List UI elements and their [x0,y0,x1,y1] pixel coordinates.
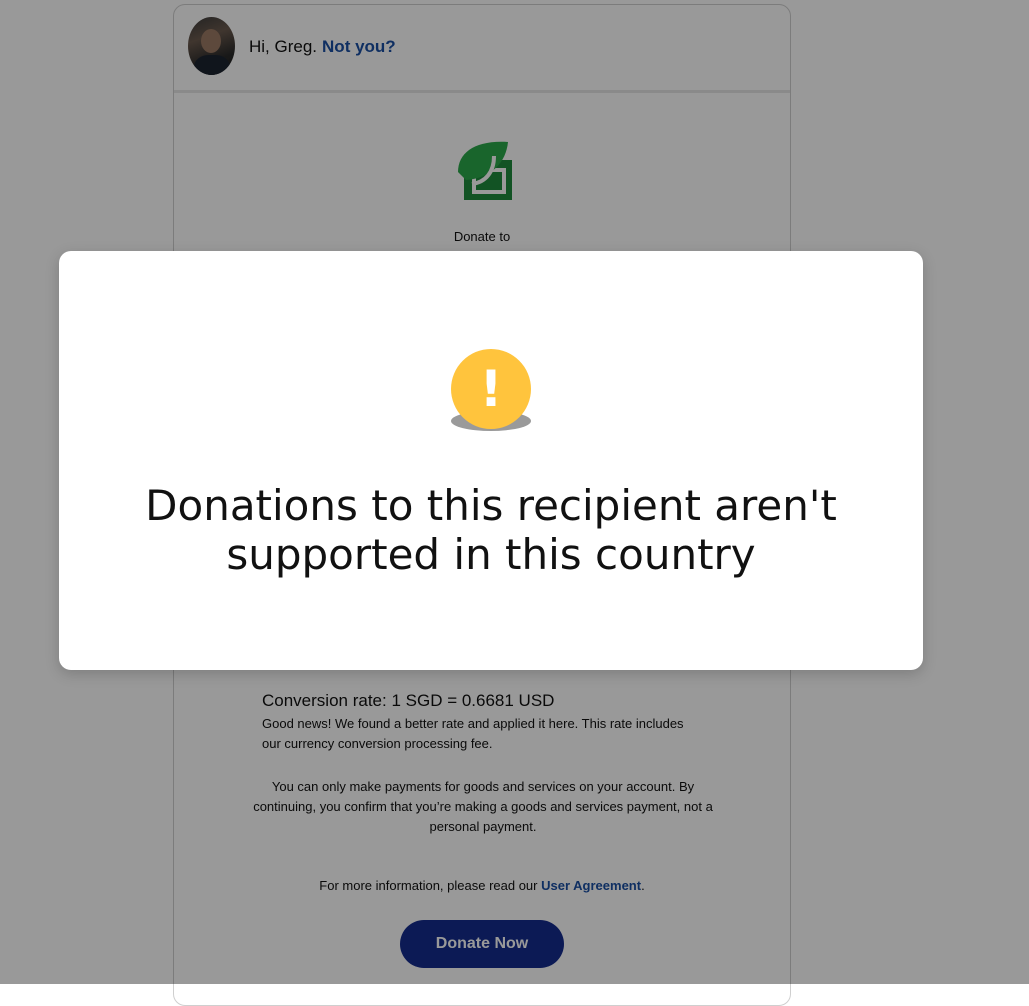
modal-title: Donations to this recipient aren't suppo… [145,481,837,579]
error-modal: ! Donations to this recipient aren't sup… [59,251,923,670]
warning-icon-circle: ! [451,349,531,429]
warning-icon: ! [449,347,533,435]
